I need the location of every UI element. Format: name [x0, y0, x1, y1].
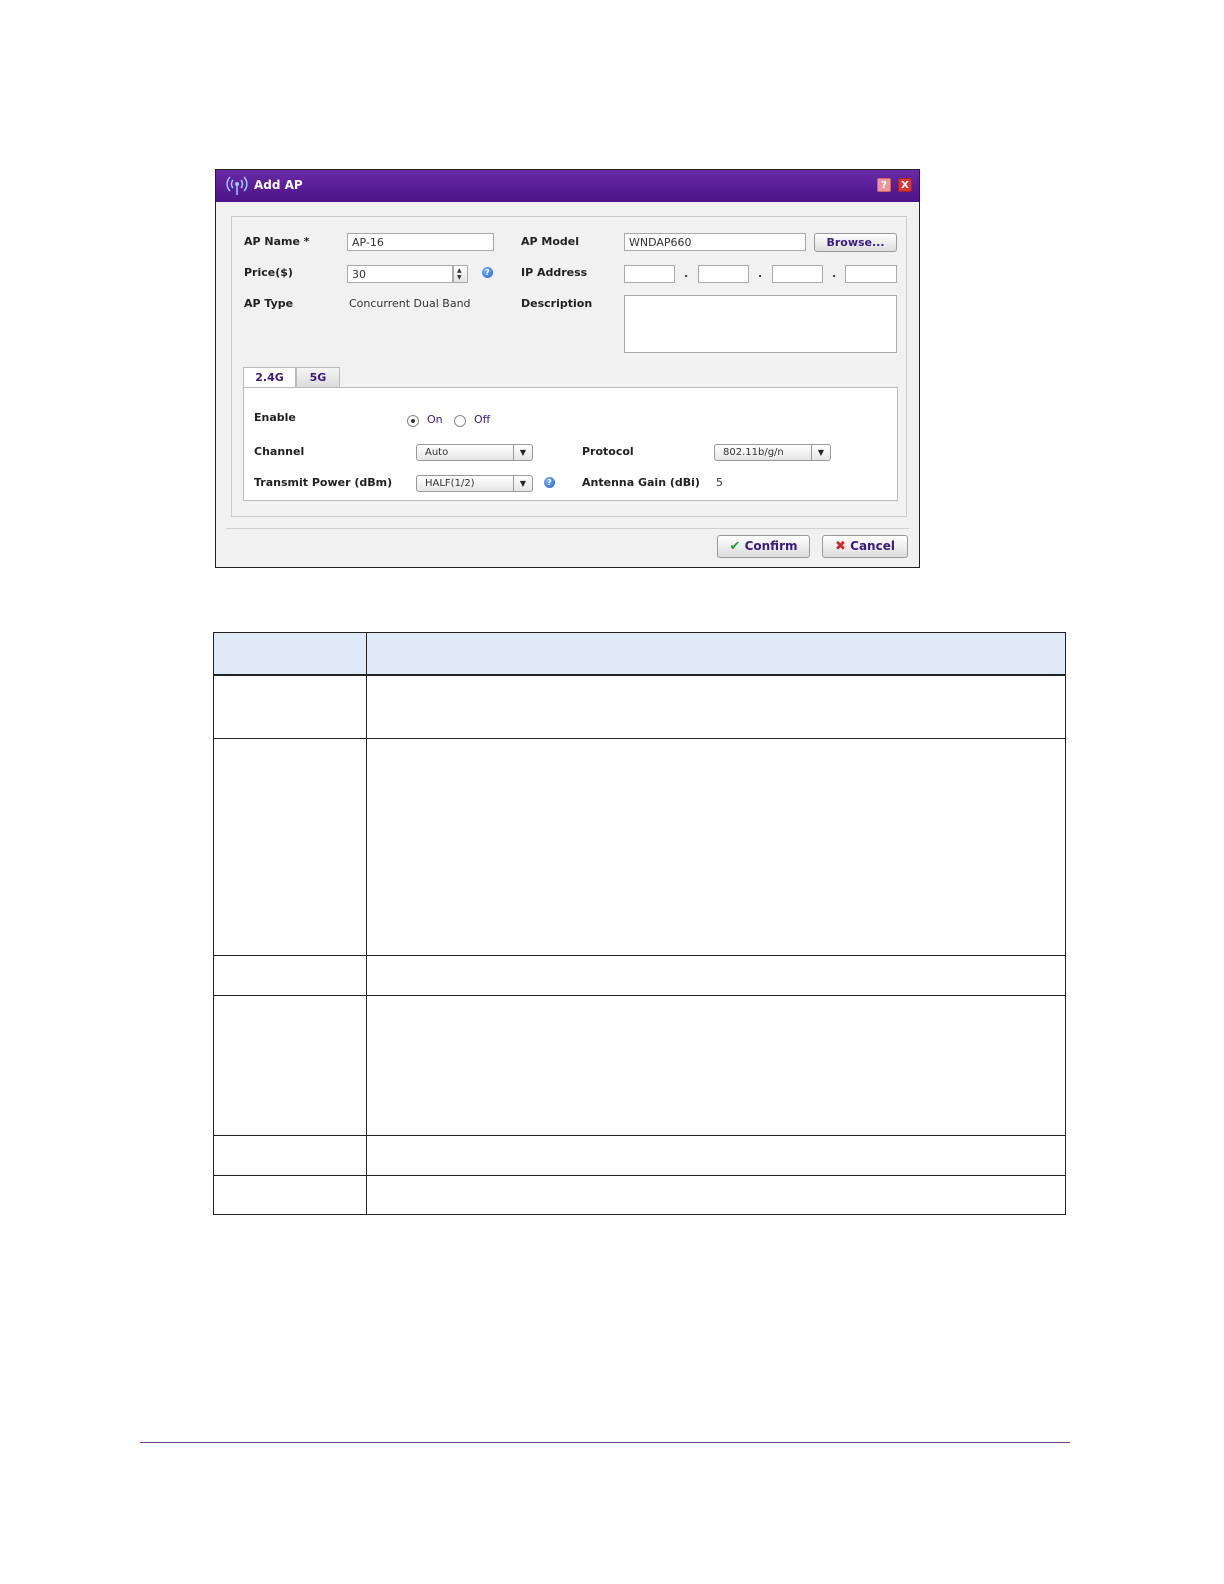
enable-label: Enable [254, 411, 296, 424]
table-row [214, 676, 1065, 739]
table-row [214, 1136, 1065, 1176]
ap-model-label: AP Model [521, 235, 580, 248]
dialog-titlebar: Add AP ? X [216, 170, 919, 202]
add-ap-dialog: Add AP ? X AP Name * AP-16 Price($) 30 ▲… [215, 169, 920, 568]
confirm-label: Confirm [744, 539, 798, 553]
tab-2-4g[interactable]: 2.4G [243, 367, 296, 388]
confirm-button[interactable]: ✔ Confirm [717, 535, 810, 558]
browse-button[interactable]: Browse... [814, 233, 897, 252]
antenna-gain-value: 5 [716, 476, 723, 489]
dialog-title: Add AP [254, 178, 303, 192]
table-column-divider [366, 633, 367, 1214]
ap-type-value: Concurrent Dual Band [349, 297, 471, 310]
price-input[interactable]: 30 [347, 265, 453, 283]
protocol-label: Protocol [582, 445, 634, 458]
description-textarea[interactable] [624, 295, 897, 353]
table-row [214, 1176, 1065, 1214]
transmit-power-label: Transmit Power (dBm) [254, 476, 393, 489]
enable-on-label[interactable]: On [427, 413, 443, 426]
ip-octet-3[interactable] [772, 265, 823, 283]
description-label: Description [521, 297, 593, 310]
cancel-label: Cancel [850, 539, 895, 553]
spinner-down-icon[interactable]: ▼ [457, 275, 462, 281]
dropdown-arrow-icon[interactable]: ▼ [811, 445, 830, 460]
price-stepper[interactable]: ▲ ▼ [453, 265, 468, 283]
footer-rule [140, 1442, 1070, 1443]
ip-octet-1[interactable] [624, 265, 675, 283]
ip-octet-2[interactable] [698, 265, 749, 283]
dropdown-arrow-icon[interactable]: ▼ [513, 445, 532, 460]
ap-model-input[interactable]: WNDAP660 [624, 233, 806, 251]
transmit-power-help-icon[interactable]: ? [544, 477, 555, 488]
antenna-gain-label: Antenna Gain (dBi) [582, 476, 700, 489]
ap-name-input[interactable]: AP-16 [347, 233, 494, 251]
checkmark-icon: ✔ [729, 539, 741, 554]
enable-on-radio[interactable] [407, 415, 419, 427]
price-label: Price($) [244, 266, 293, 279]
transmit-power-value: HALF(1/2) [425, 478, 475, 489]
tab-panel-2-4g: Enable On Off Channel Auto ▼ Protocol 80… [243, 387, 898, 501]
table-row [214, 956, 1065, 996]
close-icon[interactable]: X [898, 178, 912, 192]
table-row [214, 739, 1065, 956]
ap-type-label: AP Type [244, 297, 294, 310]
transmit-power-select[interactable]: HALF(1/2) ▼ [416, 475, 533, 492]
cross-icon: ✖ [835, 539, 846, 554]
settings-table [213, 632, 1066, 1215]
protocol-select[interactable]: 802.11b/g/n ▼ [714, 444, 831, 461]
ip-separator: . [758, 267, 763, 280]
channel-label: Channel [254, 445, 305, 458]
enable-off-label[interactable]: Off [474, 413, 490, 426]
enable-off-radio[interactable] [454, 415, 466, 427]
dropdown-arrow-icon[interactable]: ▼ [513, 476, 532, 491]
cancel-button[interactable]: ✖ Cancel [822, 535, 908, 558]
ap-form: AP Name * AP-16 Price($) 30 ▲ ▼ ? AP Typ… [231, 216, 907, 517]
tab-5g[interactable]: 5G [296, 367, 340, 388]
channel-select[interactable]: Auto ▼ [416, 444, 533, 461]
table-header-row [214, 633, 1065, 676]
help-icon[interactable]: ? [877, 178, 891, 192]
ap-name-label: AP Name * [244, 235, 310, 248]
antenna-icon [226, 176, 248, 195]
protocol-value: 802.11b/g/n [723, 447, 784, 458]
button-divider [226, 528, 909, 529]
price-help-icon[interactable]: ? [482, 267, 493, 278]
ip-separator: . [684, 267, 689, 280]
channel-value: Auto [425, 447, 449, 458]
ip-address-label: IP Address [521, 266, 588, 279]
ip-separator: . [832, 267, 837, 280]
table-row [214, 996, 1065, 1136]
ip-octet-4[interactable] [845, 265, 897, 283]
